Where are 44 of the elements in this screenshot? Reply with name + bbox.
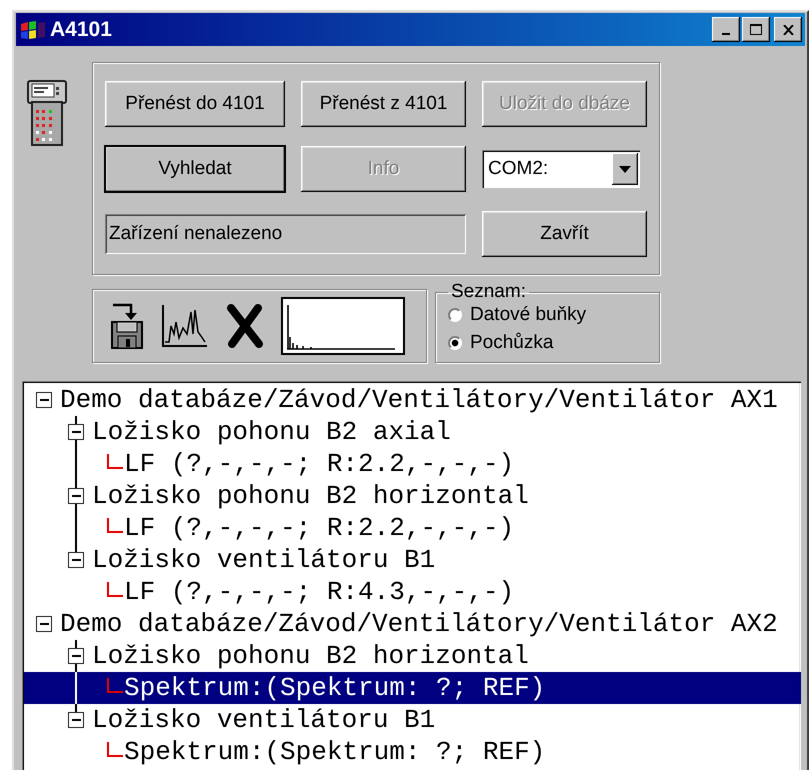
radio-option[interactable]: Datové buňky xyxy=(448,301,651,329)
expand-toggle-icon[interactable] xyxy=(68,488,84,504)
expand-toggle-icon[interactable] xyxy=(36,392,52,408)
maximize-button[interactable] xyxy=(742,17,770,42)
expand-toggle-icon[interactable] xyxy=(68,712,84,728)
radio-button[interactable] xyxy=(448,308,462,322)
window-title: A4101 xyxy=(50,18,113,42)
minimize-icon xyxy=(722,33,730,35)
tree-item[interactable]: Demo databáze/Závod/Ventilátory/Ventilátor AX1 xyxy=(24,384,801,416)
expand-toggle-icon[interactable] xyxy=(68,648,84,664)
port-select[interactable]: COM2: xyxy=(482,150,640,188)
tree-item[interactable]: Ložisko pohonu B2 horizontal xyxy=(24,480,801,512)
tree-item[interactable]: Demo databáze/Závod/Ventilátory/Ventilátor AX2 xyxy=(24,608,801,640)
minimize-button[interactable] xyxy=(712,17,740,42)
handheld-device-icon xyxy=(27,80,67,146)
tree-item[interactable]: Spektrum:(Spektrum: ?; REF) xyxy=(24,672,801,704)
tree-item[interactable]: LF (?,-,-,-; R:4.3,-,-,-) xyxy=(24,576,801,608)
expand-toggle-icon[interactable] xyxy=(68,552,84,568)
tree-item[interactable]: LF (?,-,-,-; R:2.2,-,-,-) xyxy=(24,512,801,544)
expand-toggle-icon[interactable] xyxy=(68,424,84,440)
radio-button[interactable] xyxy=(448,336,462,350)
action-button[interactable]: Přenést do 4101 xyxy=(105,81,285,127)
group-title: Seznam: xyxy=(450,283,527,301)
tree-item[interactable]: Ložisko ventilátoru B1 xyxy=(24,544,801,576)
line-chart-icon[interactable] xyxy=(161,304,209,348)
tree-item[interactable]: Ložisko ventilátoru B1 xyxy=(24,704,801,736)
tree-item[interactable]: Ložisko pohonu B2 horizontal xyxy=(24,640,801,672)
close-dialog-button[interactable]: Zavřít xyxy=(482,211,647,257)
tree-item[interactable]: Spektrum:(Spektrum: ?; REF) xyxy=(24,736,801,768)
dropdown-arrow-icon xyxy=(619,166,631,172)
status-display: Zařízení nenalezeno xyxy=(105,214,466,254)
maximize-icon xyxy=(750,24,762,35)
expand-toggle-icon[interactable] xyxy=(36,616,52,632)
dropdown-button[interactable] xyxy=(612,153,638,185)
action-button[interactable]: Přenést z 4101 xyxy=(301,81,466,127)
spectrum-thumbnail[interactable] xyxy=(281,297,405,355)
tree-item[interactable]: Ložisko pohonu B2 axial xyxy=(24,416,801,448)
action-button[interactable]: Vyhledat xyxy=(105,146,285,192)
radio-option[interactable]: Pochůzka xyxy=(448,329,651,357)
app-icon xyxy=(19,18,47,40)
delete-icon[interactable] xyxy=(225,304,265,348)
close-icon xyxy=(782,24,794,34)
close-button[interactable] xyxy=(774,17,802,42)
tree-item[interactable]: LF (?,-,-,-; R:2.2,-,-,-) xyxy=(24,448,801,480)
